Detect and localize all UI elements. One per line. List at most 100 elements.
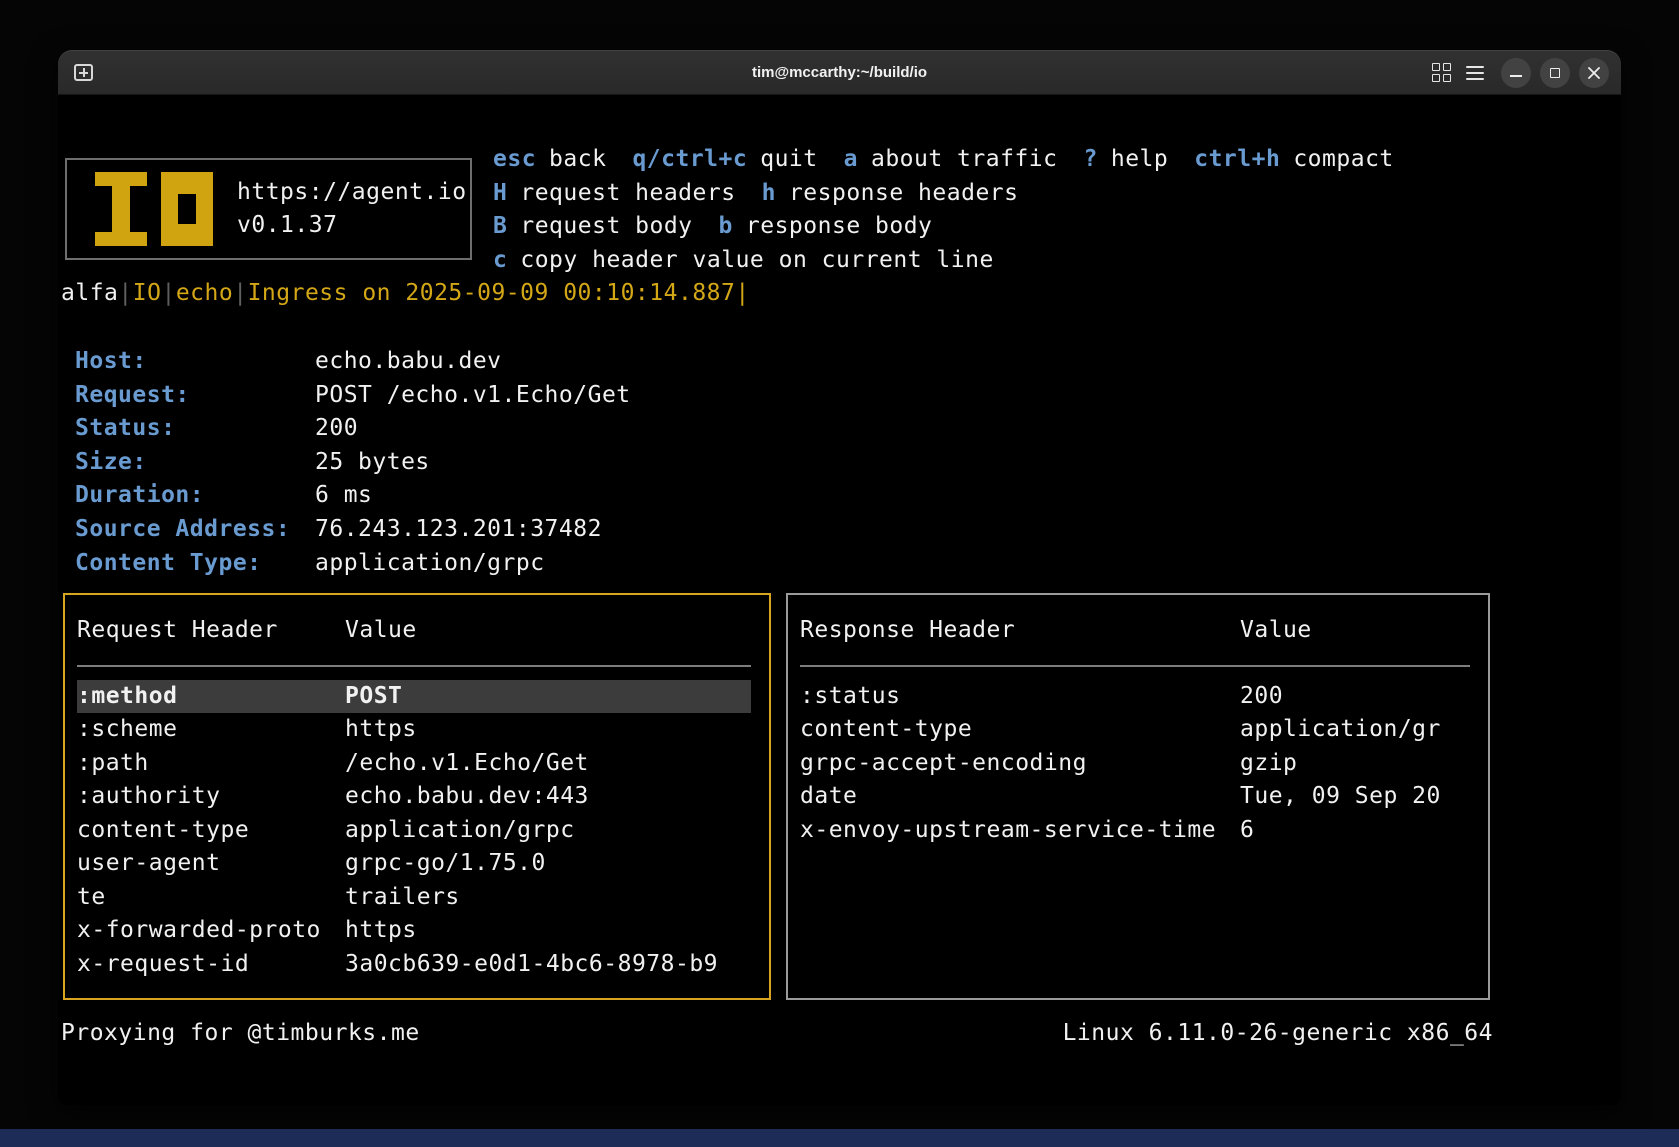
header-value: 6 xyxy=(1240,814,1470,848)
summary-row: Status:200 xyxy=(75,412,631,446)
header-value: 200 xyxy=(1240,680,1470,714)
shortcut-key: b xyxy=(719,213,733,239)
header-name: :scheme xyxy=(77,713,345,747)
header-value: /echo.v1.Echo/Get xyxy=(345,747,751,781)
terminal-window: tim@mccarthy:~/build/io https://agent.io… xyxy=(58,50,1621,1105)
terminal-content: https://agent.io v0.1.37 escbackq/ctrl+c… xyxy=(58,95,1621,1105)
summary-label: Duration: xyxy=(75,479,315,513)
header-row[interactable]: content-typeapplication/gr xyxy=(800,713,1470,747)
shortcut-desc: request body xyxy=(520,213,692,239)
header-row[interactable]: tetrailers xyxy=(77,881,751,915)
header-row[interactable]: x-forwarded-protohttps xyxy=(77,914,751,948)
summary-row: Size:25 bytes xyxy=(75,446,631,480)
io-logo-icon xyxy=(95,172,213,246)
titlebar[interactable]: tim@mccarthy:~/build/io xyxy=(58,50,1621,95)
header-row[interactable]: user-agentgrpc-go/1.75.0 xyxy=(77,847,751,881)
column-header-name: Request Header xyxy=(77,614,345,648)
response-header-rows: :status200 content-typeapplication/gr gr… xyxy=(788,680,1488,848)
shortcut-line: Brequest bodybresponse body xyxy=(493,210,1394,244)
desktop-edge-strip xyxy=(0,1129,1679,1147)
close-button[interactable] xyxy=(1579,58,1609,88)
breadcrumb-separator: | xyxy=(118,280,132,306)
system-info-text: Linux 6.11.0-26-generic x86_64 xyxy=(1063,1017,1493,1051)
header-row[interactable]: dateTue, 09 Sep 20 xyxy=(800,780,1470,814)
header-value: https xyxy=(345,713,751,747)
summary-value: 76.243.123.201:37482 xyxy=(315,513,602,547)
header-name: :status xyxy=(800,680,1240,714)
header-row[interactable]: x-envoy-upstream-service-time6 xyxy=(800,814,1470,848)
breadcrumb-segment: alfa xyxy=(61,280,118,306)
shortcut-desc: compact xyxy=(1293,146,1393,172)
summary-row: Content Type:application/grpc xyxy=(75,547,631,581)
header-value: echo.babu.dev:443 xyxy=(345,780,751,814)
summary-row: Host:echo.babu.dev xyxy=(75,345,631,379)
app-logo-box: https://agent.io v0.1.37 xyxy=(65,158,472,260)
request-summary: Host:echo.babu.dev Request:POST /echo.v1… xyxy=(75,345,631,580)
header-row[interactable]: :path/echo.v1.Echo/Get xyxy=(77,747,751,781)
header-name: x-request-id xyxy=(77,948,345,982)
header-name: grpc-accept-encoding xyxy=(800,747,1240,781)
app-version: v0.1.37 xyxy=(237,209,467,243)
breadcrumb-separator: | xyxy=(233,280,247,306)
breadcrumb-separator: | xyxy=(161,280,175,306)
shortcut-desc: about traffic xyxy=(871,146,1058,172)
header-row[interactable]: :schemehttps xyxy=(77,713,751,747)
header-row[interactable]: grpc-accept-encodinggzip xyxy=(800,747,1470,781)
minimize-button[interactable] xyxy=(1501,58,1531,88)
header-value: application/grpc xyxy=(345,814,751,848)
header-name: :method xyxy=(77,680,345,714)
header-row[interactable]: :status200 xyxy=(800,680,1470,714)
breadcrumb-segment: IO xyxy=(133,280,162,306)
response-headers-panel[interactable]: Response Header Value :status200 content… xyxy=(786,593,1490,1000)
tab-overview-icon[interactable] xyxy=(1432,63,1451,82)
header-name: :path xyxy=(77,747,345,781)
summary-label: Host: xyxy=(75,345,315,379)
shortcut-line: escbackq/ctrl+cquitaabout traffic?helpct… xyxy=(493,143,1394,177)
summary-label: Status: xyxy=(75,412,315,446)
header-value: 3a0cb639-e0d1-4bc6-8978-b9 xyxy=(345,948,751,982)
shortcut-line: Hrequest headershresponse headers xyxy=(493,177,1394,211)
header-value: Tue, 09 Sep 20 xyxy=(1240,780,1470,814)
request-headers-panel[interactable]: Request Header Value :methodPOST :scheme… xyxy=(63,593,771,1000)
shortcut-desc: help xyxy=(1111,146,1168,172)
header-name: x-forwarded-proto xyxy=(77,914,345,948)
summary-label: Source Address: xyxy=(75,513,315,547)
summary-row: Request:POST /echo.v1.Echo/Get xyxy=(75,379,631,413)
header-value: https xyxy=(345,914,751,948)
breadcrumb-cursor: | xyxy=(735,280,749,306)
window-title: tim@mccarthy:~/build/io xyxy=(58,50,1621,95)
summary-row: Duration:6 ms xyxy=(75,479,631,513)
shortcut-desc: response headers xyxy=(789,180,1019,206)
header-value: grpc-go/1.75.0 xyxy=(345,847,751,881)
header-name: x-envoy-upstream-service-time xyxy=(800,814,1240,848)
header-name: user-agent xyxy=(77,847,345,881)
header-row[interactable]: content-typeapplication/grpc xyxy=(77,814,751,848)
summary-value: 25 bytes xyxy=(315,446,430,480)
header-row[interactable]: :authorityecho.babu.dev:443 xyxy=(77,780,751,814)
header-separator xyxy=(800,665,1470,667)
shortcut-key: esc xyxy=(493,146,536,172)
breadcrumb: alfa|IO|echo|Ingress on 2025-09-09 00:10… xyxy=(61,277,750,311)
shortcut-key: q/ctrl+c xyxy=(632,146,747,172)
summary-value: echo.babu.dev xyxy=(315,345,502,379)
header-row[interactable]: x-request-id3a0cb639-e0d1-4bc6-8978-b9 xyxy=(77,948,751,982)
header-name: :authority xyxy=(77,780,345,814)
header-name: content-type xyxy=(800,713,1240,747)
summary-value: 6 ms xyxy=(315,479,372,513)
minimize-icon xyxy=(1510,75,1522,77)
summary-label: Content Type: xyxy=(75,547,315,581)
close-icon xyxy=(1588,67,1600,79)
shortcut-key: ? xyxy=(1083,146,1097,172)
header-name: content-type xyxy=(77,814,345,848)
response-panel-header: Response Header Value xyxy=(800,614,1470,648)
shortcut-desc: request headers xyxy=(520,180,735,206)
breadcrumb-segment: Ingress on 2025-09-09 00:10:14.887 xyxy=(248,280,736,306)
summary-value: POST /echo.v1.Echo/Get xyxy=(315,379,631,413)
header-row[interactable]: :methodPOST xyxy=(77,680,751,714)
shortcut-desc: copy header value on current line xyxy=(520,247,993,273)
proxy-status-text: Proxying for @timburks.me xyxy=(61,1017,420,1051)
shortcut-key: B xyxy=(493,213,507,239)
menu-icon[interactable] xyxy=(1466,66,1484,80)
summary-value: application/grpc xyxy=(315,547,545,581)
maximize-button[interactable] xyxy=(1540,58,1570,88)
